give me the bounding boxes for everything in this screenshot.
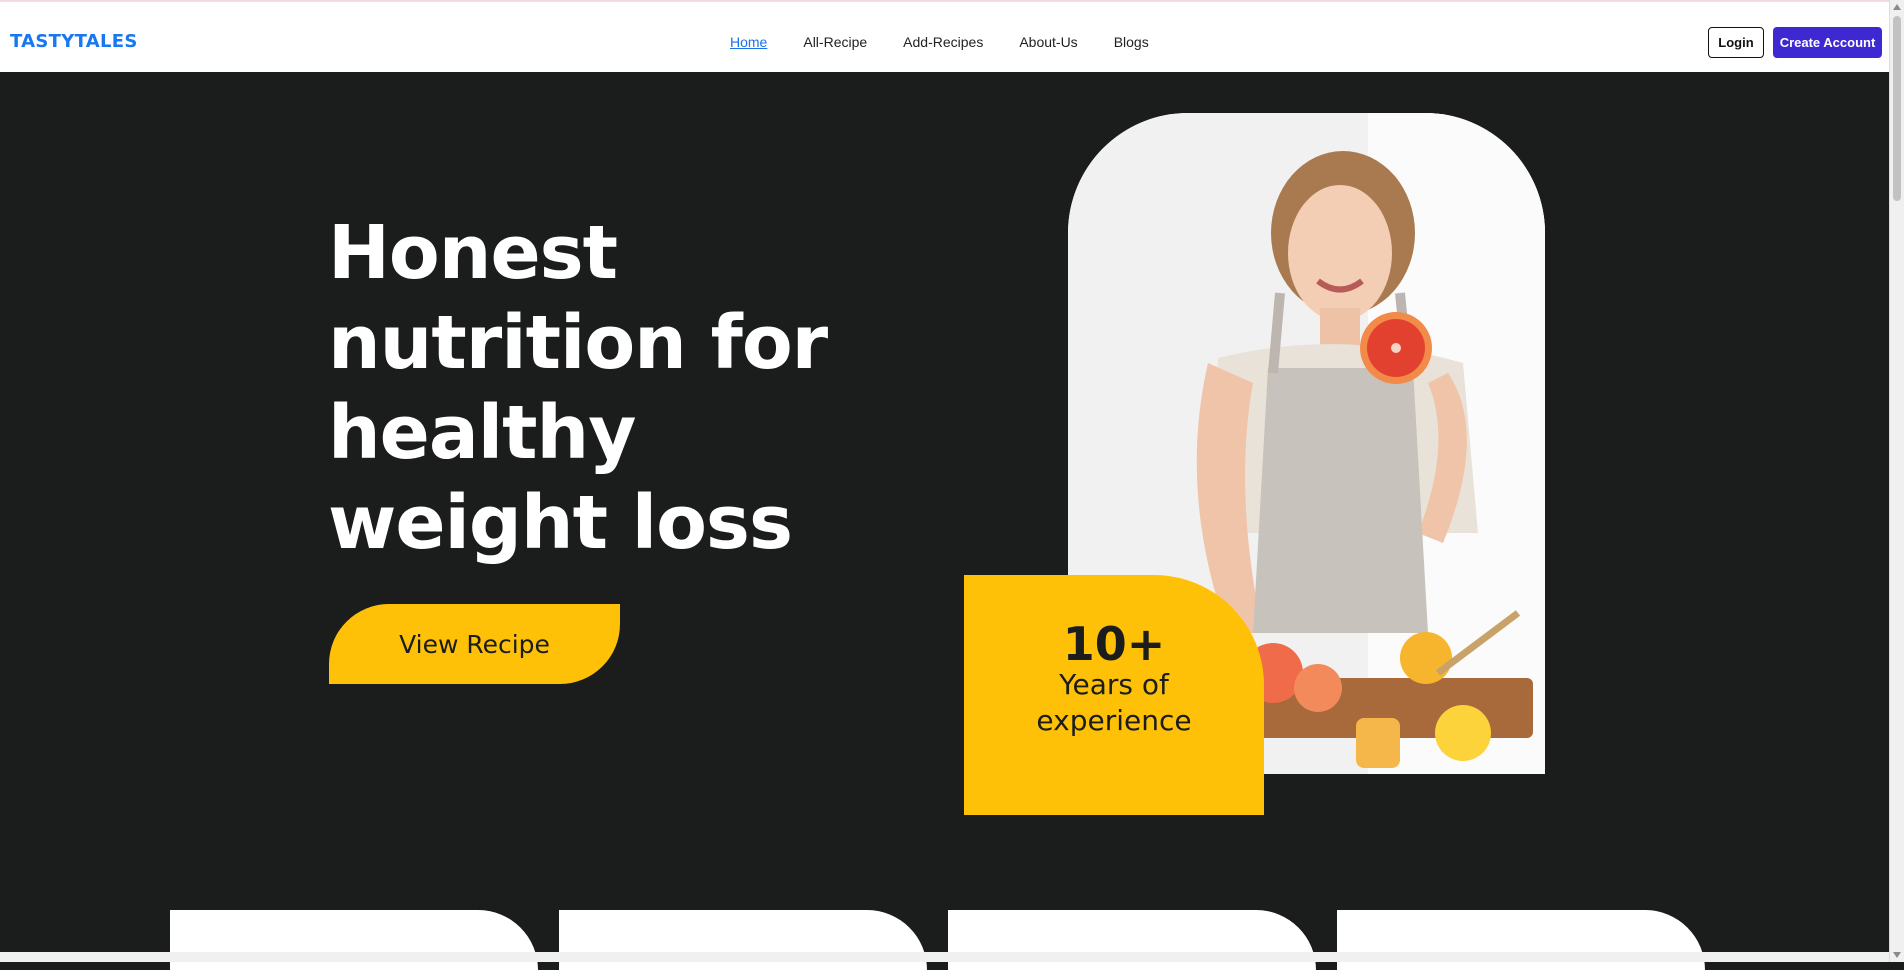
vertical-scrollbar[interactable] xyxy=(1889,0,1904,962)
nav-link-all-recipe[interactable]: All-Recipe xyxy=(803,34,867,50)
view-recipe-button[interactable]: View Recipe xyxy=(329,604,620,684)
nav-link-add-recipes[interactable]: Add-Recipes xyxy=(903,34,983,50)
nav-link-home[interactable]: Home xyxy=(730,34,767,50)
experience-number: 10+ xyxy=(1062,617,1166,671)
brand-logo[interactable]: TASTYTALES xyxy=(10,31,138,52)
create-account-button[interactable]: Create Account xyxy=(1773,27,1882,58)
scroll-up-arrow-icon[interactable] xyxy=(1893,4,1901,10)
scroll-thumb[interactable] xyxy=(1893,16,1901,201)
experience-badge: 10+ Years of experience xyxy=(964,575,1264,815)
top-navbar: TASTYTALES Home All-Recipe Add-Recipes A… xyxy=(0,0,1889,72)
experience-text-line1: Years of xyxy=(1059,668,1169,701)
nav-link-blogs[interactable]: Blogs xyxy=(1114,34,1149,50)
experience-text: Years of experience xyxy=(964,667,1264,739)
scroll-down-arrow-icon[interactable] xyxy=(1893,952,1901,958)
login-button[interactable]: Login xyxy=(1708,27,1764,58)
experience-text-line2: experience xyxy=(1036,704,1192,737)
nav-link-about-us[interactable]: About-Us xyxy=(1019,34,1077,50)
nav-links: Home All-Recipe Add-Recipes About-Us Blo… xyxy=(730,34,1185,50)
hero-title: Honest nutrition for healthy weight loss xyxy=(328,210,828,566)
horizontal-scrollbar[interactable] xyxy=(0,952,1889,962)
